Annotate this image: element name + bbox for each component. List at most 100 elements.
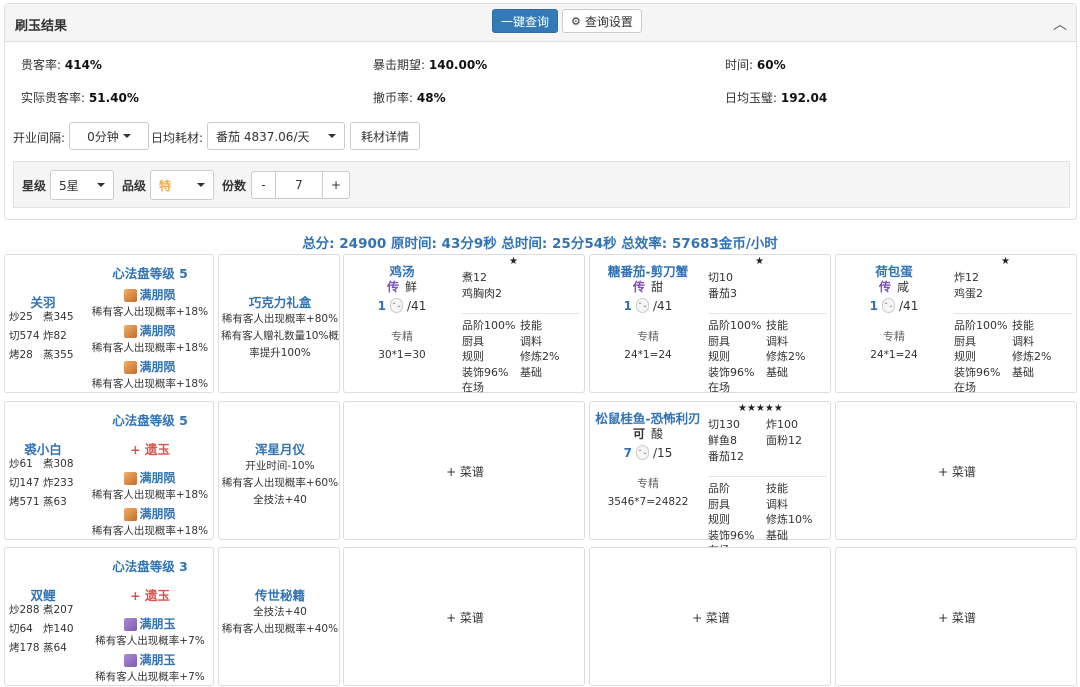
recipe-material: 番茄12 [708,450,744,463]
recipe-bonus: 技能 [520,319,542,332]
heart-disk-level[interactable]: 心法盘等级 5 [91,410,209,429]
recipe-grade: 传 [878,280,891,294]
recipe-score-calc: 24*1=24 [870,349,918,361]
gem-icon [124,508,138,521]
daily-jade: 日均玉璧: 192.04 [725,91,828,105]
recipe-cell: + 菜谱 [589,547,831,686]
divider [462,313,580,314]
portion-input[interactable]: 7 [275,171,323,199]
recipe-material: 炸12 [954,271,979,284]
recipe-grade: 传 [632,280,645,294]
equip-name[interactable]: 浑星月仪 [219,439,341,458]
recipe-bonus: 技能 [1012,319,1034,332]
chef-cell: 双鲤 炒288 煮207 切64 炸140 烤178 蒸64 心法盘等级 3 + 遗玉 满朋玉 稀有… [4,547,214,686]
gem-icon [124,472,138,485]
equip-name[interactable]: 巧克力礼盒 [219,292,341,311]
gem-slot[interactable]: 满朋玉 [91,651,209,668]
gem-slot[interactable]: 满朋陨 [91,505,209,522]
recipe-material: 鸡胸肉2 [462,287,502,300]
equip-desc: 稀有客人出现概率+60% [221,477,339,489]
add-recipe-button[interactable]: + 菜谱 [344,402,586,541]
equip-cell: 浑星月仪 开业时间-10% 稀有客人出现概率+60% 全技法+40 [218,401,340,540]
coin-rate: 撤币率: 48% [373,91,446,105]
equip-cell: 巧克力礼盒 稀有客人出现概率+80% 稀有客人赠礼数量10%概 率提升100% [218,254,340,393]
caret-down-icon [197,183,205,187]
recipe-stars: ★ [755,256,764,267]
gem-slot[interactable]: 满朋陨 [91,469,209,486]
recipe-score-calc: 3546*7=24822 [607,496,689,508]
chef-skill-s5: 烤28 [9,349,33,361]
recipe-bonus: 修炼2% [1012,350,1052,363]
equip-desc: 开业时间-10% [245,460,315,472]
recipe-bonus: 规则 [708,513,730,526]
recipe-bonus: 基础 [766,528,788,542]
recipe-grade-taste: 可酸 [590,425,706,442]
add-jade-button[interactable]: + 遗玉 [91,439,209,458]
portion-plus-button[interactable]: + [322,171,350,199]
chef-skill-s1: 炒61 [9,458,33,470]
heart-disk-level[interactable]: 心法盘等级 3 [91,556,209,575]
recipe-qty-max: /41 [407,298,427,313]
recipe-material: 炸100 [766,418,798,431]
recipe-material: 切130 [708,418,740,431]
recipe-bonus: 厨具 [954,334,976,348]
gem-slot[interactable]: 满朋陨 [91,358,209,375]
recipe-bonus: 品阶100% [462,319,516,332]
divider [708,313,826,314]
qty-stepper[interactable]: ⌃⌄ [390,298,404,313]
equip-desc: 稀有客人出现概率+40% [221,623,339,635]
chef-skill-s4: 炸82 [43,330,67,342]
add-recipe-button[interactable]: + 菜谱 [590,548,832,687]
collapse-chevron-icon[interactable]: ︿ [1053,14,1067,34]
gem-desc: 稀有客人出现概率+18% [91,489,209,501]
star-select[interactable]: 5星 [50,170,114,200]
divider [708,476,826,477]
recipe-bonus: 在场 [708,381,730,394]
portion-minus-button[interactable]: - [251,171,276,199]
qty-stepper[interactable]: ⌃⌄ [636,298,650,313]
gem-icon [124,325,138,338]
recipe-qty-value: 1 [623,298,633,313]
interval-select[interactable]: 0分钟 [69,122,149,150]
recipe-bonus: 调料 [1012,334,1034,348]
recipe-grade-taste: 传鲜 [344,278,460,295]
recipe-material: 面粉12 [766,434,802,447]
filter-bar: 星级 5星 品级 特 份数 - 7 + [13,161,1070,208]
gem-slot[interactable]: 满朋陨 [91,286,209,303]
chef-skill-s5: 烤571 [9,496,40,508]
recipe-bonus: 规则 [462,350,484,363]
gem-name: 满朋玉 [139,653,176,667]
qty-stepper[interactable]: ⌃⌄ [882,298,896,313]
recipe-bonus: 装饰96% [708,365,755,379]
add-recipe-button[interactable]: + 菜谱 [836,548,1078,687]
gem-icon [124,289,138,302]
recipe-taste: 酸 [651,427,664,441]
recipe-bonus: 调料 [766,334,788,348]
chef-skill-s3: 切574 [9,330,40,342]
gem-slot[interactable]: 满朋玉 [91,615,209,632]
recipe-grade-taste: 传甜 [590,278,706,295]
add-jade-button[interactable]: + 遗玉 [91,585,209,604]
heart-disk-level[interactable]: 心法盘等级 5 [91,263,209,282]
add-recipe-button[interactable]: + 菜谱 [344,548,586,687]
material-detail-button[interactable]: 耗材详情 [350,122,420,150]
chef-skill-s5: 烤178 [9,642,40,654]
recipe-qty: 1 ⌃⌄/41 [344,298,460,313]
material-select[interactable]: 番茄 4837.06/天 [207,122,345,150]
equip-name[interactable]: 传世秘籍 [219,585,341,604]
recipe-score-calc: 30*1=30 [378,349,426,361]
qty-stepper[interactable]: ⌃⌄ [636,445,650,460]
recipe-bonus: 装饰96% [954,365,1001,379]
add-recipe-button[interactable]: + 菜谱 [836,402,1078,541]
gem-slot[interactable]: 满朋陨 [91,322,209,339]
gem-icon [124,361,138,374]
recipe-grade: 传 [386,280,399,294]
panel-header: 刷玉结果 一键查询 ⚙ 查询设置 ︿ [5,4,1076,42]
recipe-bonus: 基础 [766,365,788,379]
one-click-query-button[interactable]: 一键查询 [492,9,558,33]
recipe-stars: ★★★★★ [738,403,783,414]
recipe-grade: 可 [632,427,645,441]
recipe-cell: 荷包蛋 ★ 传咸 1 ⌃⌄/41 专精 24*1=24 炸12 鸡蛋2 品阶100% 技能 厨具 调料规… [835,254,1077,394]
query-settings-button[interactable]: ⚙ 查询设置 [562,9,642,33]
grade-select[interactable]: 特 [150,170,214,200]
